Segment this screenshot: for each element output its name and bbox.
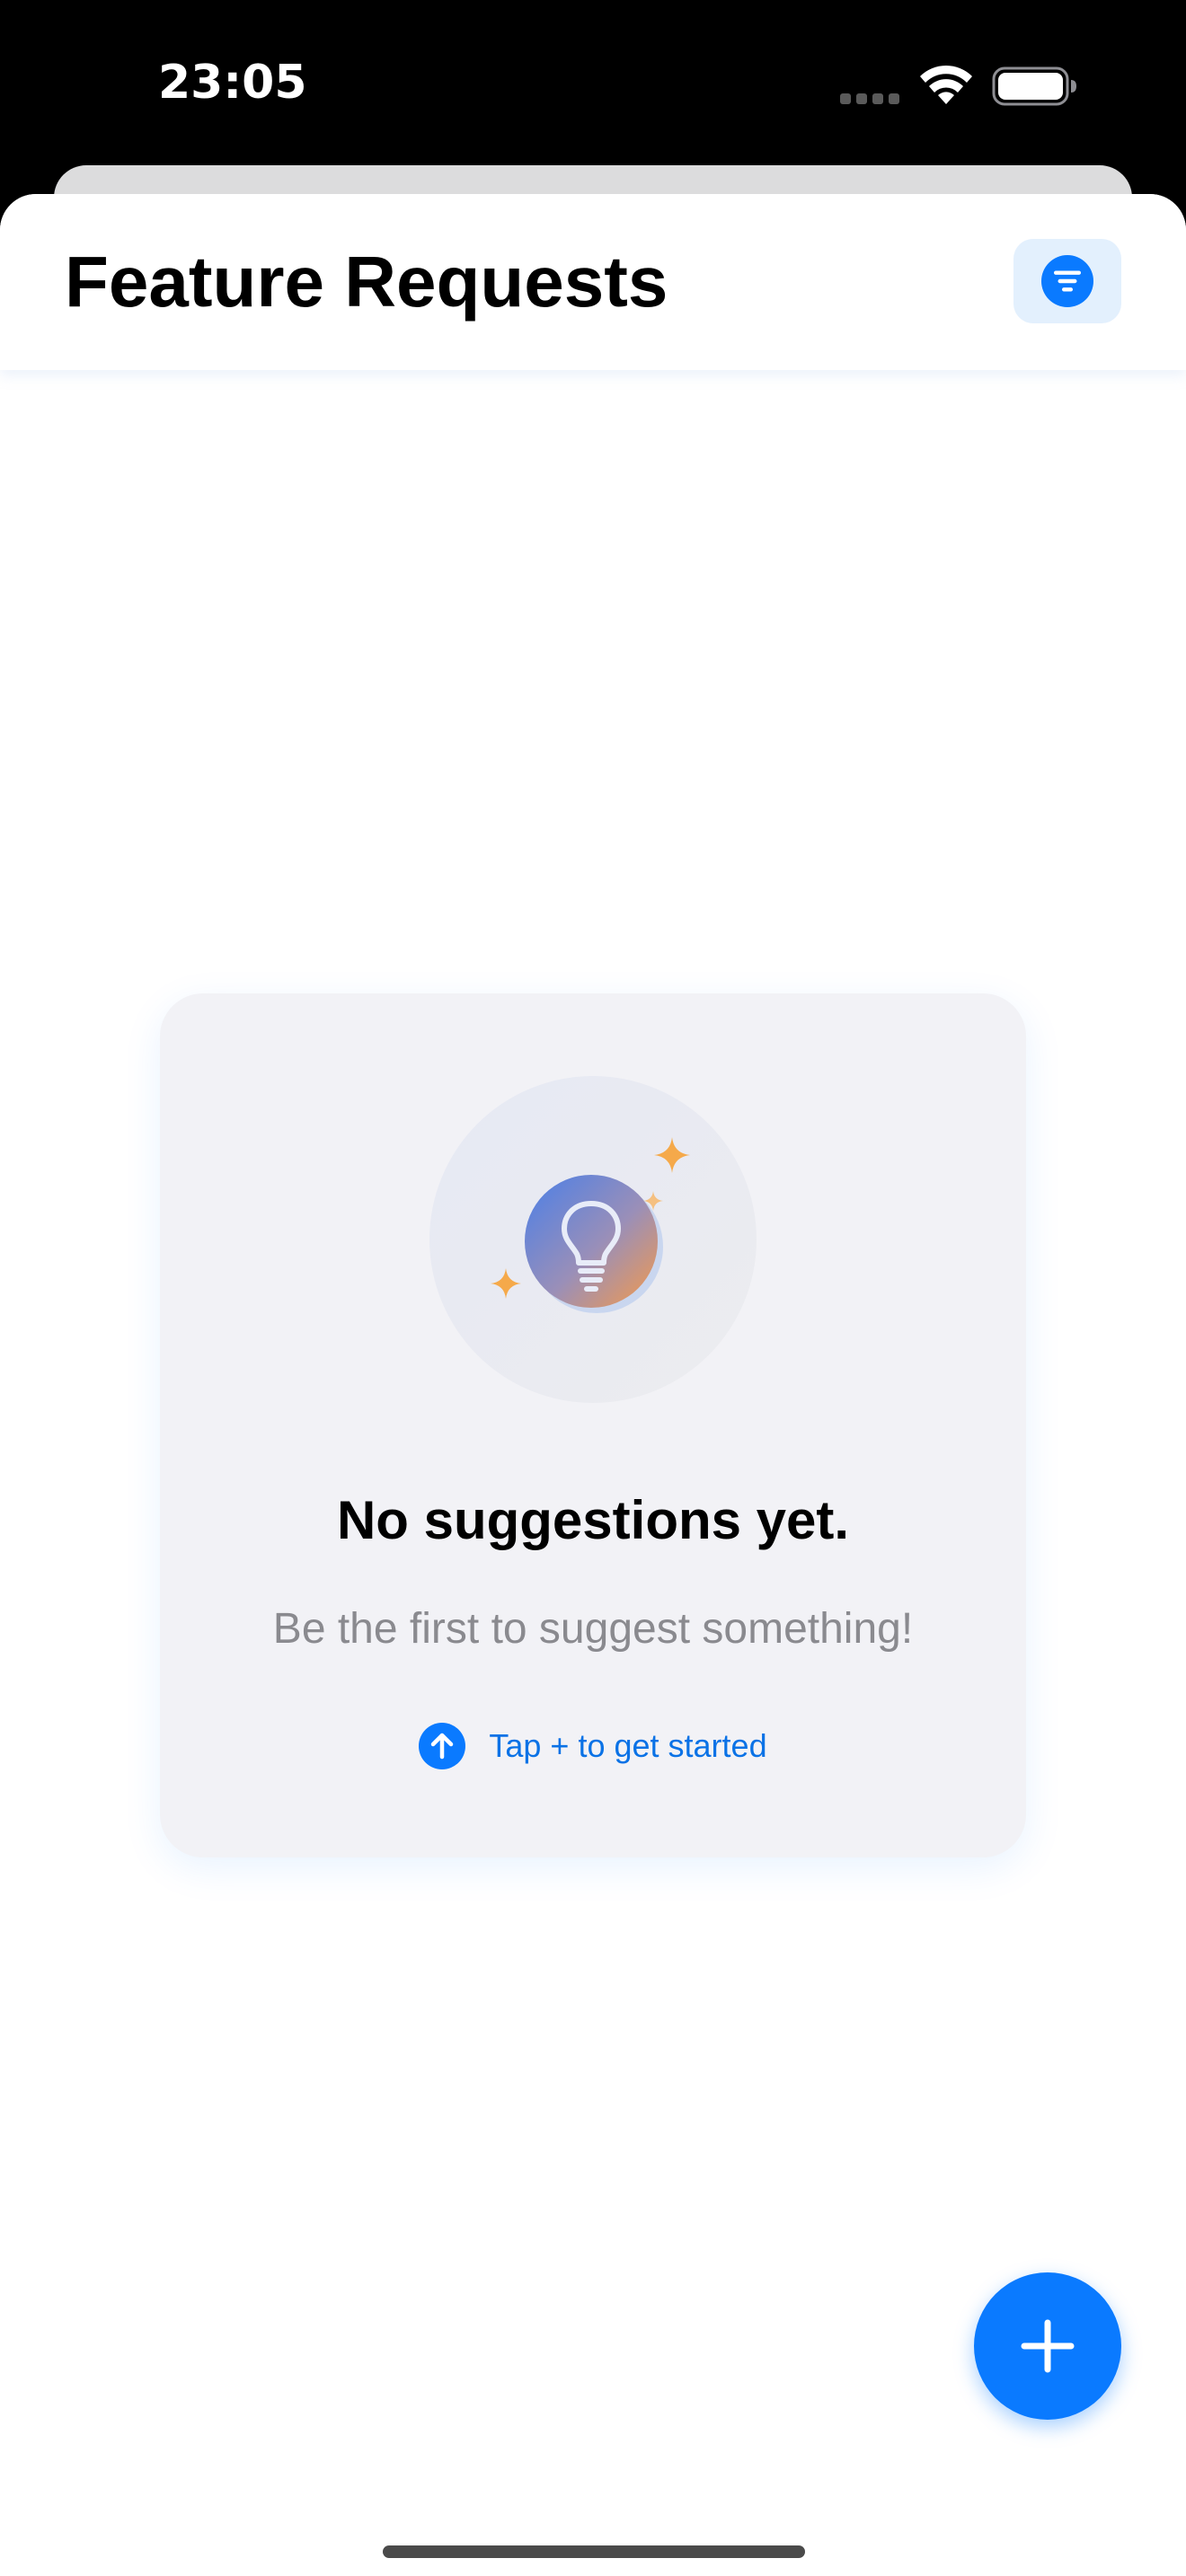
- sparkle-icon: [491, 1268, 521, 1299]
- get-started-hint: Tap + to get started: [160, 1723, 1026, 1769]
- empty-state-illustration: [429, 1076, 757, 1403]
- battery-icon: [992, 66, 1076, 106]
- home-indicator[interactable]: [383, 2545, 805, 2558]
- plus-icon: [1021, 2319, 1075, 2373]
- feature-requests-sheet: Feature Requests No suggestions yet. Be …: [0, 194, 1186, 2576]
- status-time: 23:05: [158, 56, 307, 110]
- sparkle-icon: [654, 1137, 690, 1173]
- cellular-signal-icon: [840, 93, 899, 104]
- page-title: Feature Requests: [65, 242, 668, 322]
- empty-state-card: No suggestions yet. Be the first to sugg…: [160, 993, 1026, 1857]
- sparkle-icon: [643, 1191, 663, 1211]
- add-suggestion-button[interactable]: [974, 2272, 1121, 2420]
- status-bar: 23:05: [0, 0, 1186, 180]
- wifi-icon: [920, 65, 972, 104]
- navigation-header: Feature Requests: [0, 194, 1186, 370]
- filter-lines-icon: [1041, 255, 1093, 307]
- empty-state-subtitle: Be the first to suggest something!: [272, 1605, 914, 1653]
- arrow-up-circle-icon: [419, 1723, 466, 1769]
- hint-text: Tap + to get started: [489, 1727, 767, 1764]
- empty-state-title: No suggestions yet.: [336, 1490, 850, 1550]
- filter-button[interactable]: [1013, 239, 1121, 323]
